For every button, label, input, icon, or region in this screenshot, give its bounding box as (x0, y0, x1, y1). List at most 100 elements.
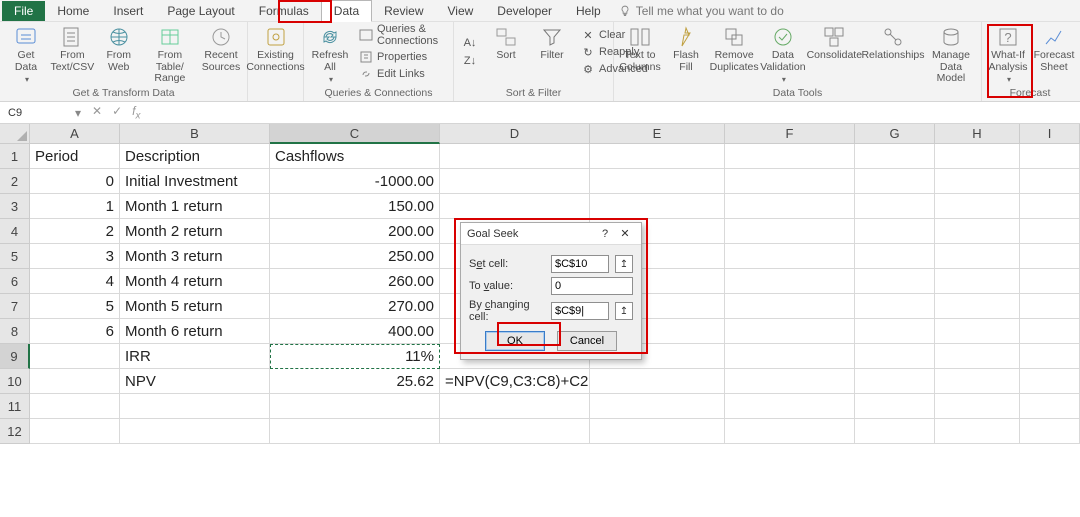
cell-B12[interactable] (120, 419, 270, 444)
tab-data[interactable]: Data (321, 0, 372, 22)
cell-F5[interactable] (725, 244, 855, 269)
dialog-close-button[interactable]: ✕ (615, 227, 635, 240)
cell-A8[interactable]: 6 (30, 319, 120, 344)
cell-H10[interactable] (935, 369, 1020, 394)
tell-me[interactable]: Tell me what you want to do (619, 4, 784, 18)
cell-I7[interactable] (1020, 294, 1080, 319)
cell-G4[interactable] (855, 219, 935, 244)
row-header-3[interactable]: 3 (0, 194, 30, 219)
row-header-11[interactable]: 11 (0, 394, 30, 419)
cell-F3[interactable] (725, 194, 855, 219)
cell-D10[interactable]: =NPV(C9,C3:C8)+C2 (440, 369, 590, 394)
cell-C11[interactable] (270, 394, 440, 419)
cell-G12[interactable] (855, 419, 935, 444)
cell-B9[interactable]: IRR (120, 344, 270, 369)
cell-C8[interactable]: 400.00 (270, 319, 440, 344)
cell-F1[interactable] (725, 144, 855, 169)
cell-H12[interactable] (935, 419, 1020, 444)
cell-A10[interactable] (30, 369, 120, 394)
tab-insert[interactable]: Insert (101, 1, 155, 21)
text-to-columns-button[interactable]: Text to Columns (620, 24, 660, 75)
cell-E2[interactable] (590, 169, 725, 194)
cell-I1[interactable] (1020, 144, 1080, 169)
cell-H3[interactable] (935, 194, 1020, 219)
cell-I10[interactable] (1020, 369, 1080, 394)
cell-G2[interactable] (855, 169, 935, 194)
cell-C3[interactable]: 150.00 (270, 194, 440, 219)
row-header-9[interactable]: 9 (0, 344, 30, 369)
cell-C7[interactable]: 270.00 (270, 294, 440, 319)
to-value-input[interactable] (551, 277, 633, 295)
cell-D11[interactable] (440, 394, 590, 419)
tab-file[interactable]: File (2, 1, 45, 21)
cell-F8[interactable] (725, 319, 855, 344)
cell-B8[interactable]: Month 6 return (120, 319, 270, 344)
cell-H5[interactable] (935, 244, 1020, 269)
insert-function-icon[interactable]: fx (132, 104, 140, 121)
manage-data-model-button[interactable]: Manage Data Model (927, 24, 975, 87)
cell-E12[interactable] (590, 419, 725, 444)
cell-F9[interactable] (725, 344, 855, 369)
from-table-button[interactable]: From Table/ Range (145, 24, 195, 87)
cell-C4[interactable]: 200.00 (270, 219, 440, 244)
tab-developer[interactable]: Developer (485, 1, 564, 21)
cell-B3[interactable]: Month 1 return (120, 194, 270, 219)
cell-I4[interactable] (1020, 219, 1080, 244)
cell-C12[interactable] (270, 419, 440, 444)
cell-A7[interactable]: 5 (30, 294, 120, 319)
cell-B10[interactable]: NPV (120, 369, 270, 394)
col-header-D[interactable]: D (440, 124, 590, 144)
tab-home[interactable]: Home (45, 1, 101, 21)
cell-G11[interactable] (855, 394, 935, 419)
cell-G9[interactable] (855, 344, 935, 369)
cell-G7[interactable] (855, 294, 935, 319)
cell-E10[interactable] (590, 369, 725, 394)
cell-G6[interactable] (855, 269, 935, 294)
cell-B1[interactable]: Description (120, 144, 270, 169)
data-validation-button[interactable]: Data Validation (762, 24, 803, 86)
tab-help[interactable]: Help (564, 1, 613, 21)
cell-A5[interactable]: 3 (30, 244, 120, 269)
sort-button[interactable]: Sort (486, 24, 526, 64)
cell-A3[interactable]: 1 (30, 194, 120, 219)
accept-formula-icon[interactable]: ✓ (112, 104, 122, 121)
ok-button[interactable]: OK (485, 331, 545, 351)
cell-B7[interactable]: Month 5 return (120, 294, 270, 319)
queries-connections-button[interactable]: Queries & Connections (356, 22, 447, 48)
cell-C5[interactable]: 250.00 (270, 244, 440, 269)
cell-C2[interactable]: -1000.00 (270, 169, 440, 194)
recent-sources-button[interactable]: Recent Sources (201, 24, 241, 75)
cell-I8[interactable] (1020, 319, 1080, 344)
select-all-cell[interactable] (0, 124, 30, 144)
cell-D1[interactable] (440, 144, 590, 169)
cell-F4[interactable] (725, 219, 855, 244)
cell-C1[interactable]: Cashflows (270, 144, 440, 169)
cell-D2[interactable] (440, 169, 590, 194)
cell-B6[interactable]: Month 4 return (120, 269, 270, 294)
row-header-1[interactable]: 1 (0, 144, 30, 169)
cell-E3[interactable] (590, 194, 725, 219)
cell-G1[interactable] (855, 144, 935, 169)
cell-F12[interactable] (725, 419, 855, 444)
relationships-button[interactable]: Relationships (865, 24, 921, 64)
consolidate-button[interactable]: Consolidate (810, 24, 860, 64)
col-header-B[interactable]: B (120, 124, 270, 144)
refresh-all-button[interactable]: Refresh All (310, 24, 350, 86)
tab-pagelayout[interactable]: Page Layout (155, 1, 246, 21)
cell-A11[interactable] (30, 394, 120, 419)
cell-G8[interactable] (855, 319, 935, 344)
cell-A9[interactable] (30, 344, 120, 369)
cell-I9[interactable] (1020, 344, 1080, 369)
row-header-12[interactable]: 12 (0, 419, 30, 444)
cell-B11[interactable] (120, 394, 270, 419)
cancel-formula-icon[interactable]: ✕ (92, 104, 102, 121)
cell-D12[interactable] (440, 419, 590, 444)
cell-I3[interactable] (1020, 194, 1080, 219)
cell-D3[interactable] (440, 194, 590, 219)
cell-G3[interactable] (855, 194, 935, 219)
get-data-button[interactable]: Get Data (6, 24, 46, 86)
col-header-F[interactable]: F (725, 124, 855, 144)
name-box-dropdown[interactable]: ▾ (72, 106, 84, 120)
cell-G5[interactable] (855, 244, 935, 269)
col-header-G[interactable]: G (855, 124, 935, 144)
